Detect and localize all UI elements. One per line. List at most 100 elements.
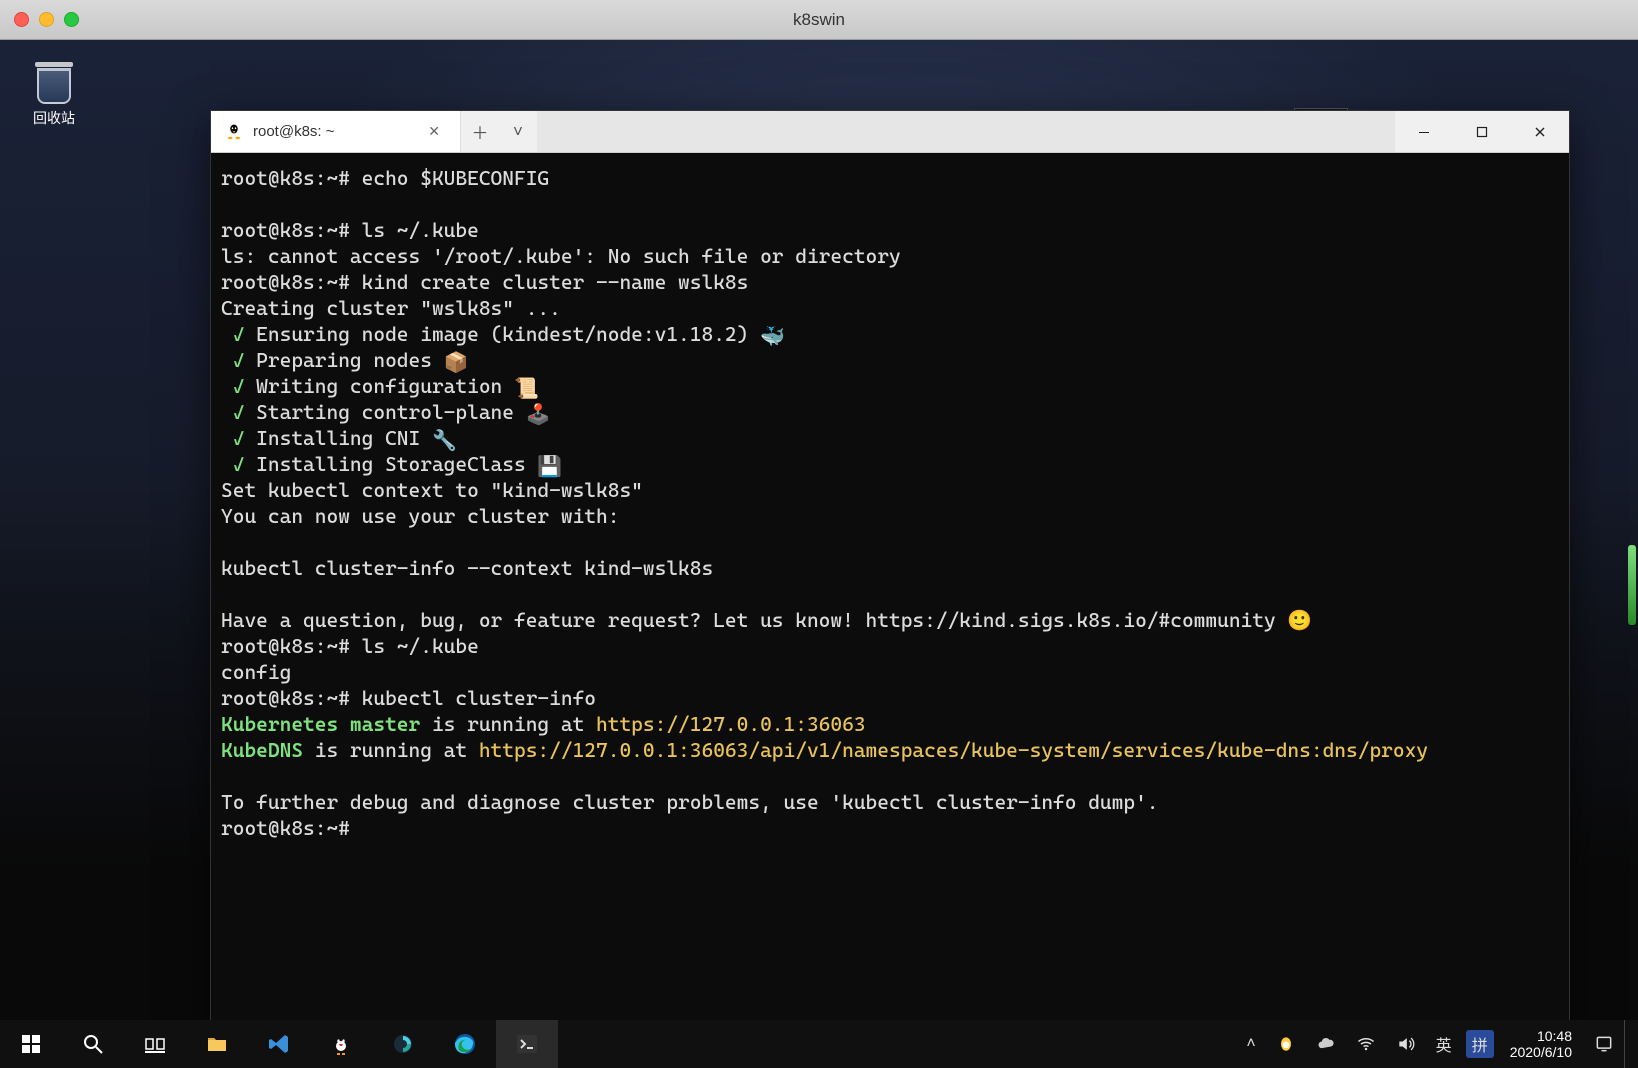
check-icon: ✓ [233,348,245,372]
wrench-icon: 🔧 [432,427,452,445]
tray-wifi-icon[interactable] [1346,1020,1386,1068]
recycle-bin-icon [31,58,77,104]
search-button[interactable] [62,1020,124,1068]
qq-button[interactable] [310,1020,372,1068]
right-edge-indicator [1628,545,1636,625]
terminal-window: root@k8s: ~ ✕ ＋ ˅ root@k8s:~# echo $K [210,110,1570,1025]
show-desktop-button[interactable] [1624,1020,1632,1068]
terminal-body[interactable]: root@k8s:~# echo $KUBECONFIG root@k8s:~#… [211,153,1569,1024]
linux-icon [225,123,243,141]
tray-overflow-button[interactable]: ˄ [1236,1020,1265,1068]
whale-icon: 🐳 [760,323,780,341]
terminal-tab-actions: ＋ ˅ [461,111,537,152]
terminal-tab-close[interactable]: ✕ [422,121,446,142]
clock-date: 2020/6/10 [1510,1044,1572,1060]
term-line: config [221,660,291,684]
term-line: ls: cannot access '/root/.kube': No such… [221,244,901,268]
recycle-bin-label: 回收站 [22,108,86,128]
vscode-icon [267,1032,291,1056]
minimize-button[interactable] [1395,111,1453,153]
term-line: Installing CNI [256,426,420,450]
term-line: root@k8s:~# kubectl cluster-info [221,686,596,710]
wifi-icon [1356,1034,1376,1054]
taskview-icon [143,1032,167,1056]
notification-icon [1594,1034,1614,1054]
qq-small-icon [1276,1034,1296,1054]
notification-center-button[interactable] [1584,1020,1624,1068]
maximize-button[interactable] [1453,111,1511,153]
mac-window-title: k8swin [0,10,1638,30]
close-button[interactable] [1511,111,1569,153]
windows-icon [19,1032,43,1056]
qq-icon [329,1032,353,1056]
window-controls [1395,111,1569,152]
edge-icon [453,1032,477,1056]
term-line: Installing StorageClass [256,452,526,476]
terminal-icon [515,1032,539,1056]
scroll-icon: 📜 [514,375,534,393]
check-icon: ✓ [233,426,245,450]
term-line: root@k8s:~# ls ~/.kube [221,634,479,658]
tray-qq-icon[interactable] [1266,1020,1306,1068]
taskbar-left [0,1020,558,1068]
tray-volume-icon[interactable] [1386,1020,1426,1068]
term-text: is running at [303,738,479,762]
folder-icon [205,1032,229,1056]
term-line: kubectl cluster-info --context kind-wslk… [221,556,713,580]
tray-onedrive-icon[interactable] [1306,1020,1346,1068]
term-line: Set kubectl context to "kind-wslk8s" [221,478,643,502]
terminal-tab-bar: root@k8s: ~ ✕ ＋ ˅ [211,111,1569,153]
k8s-master-label: Kubernetes master [221,712,420,736]
term-prompt: root@k8s:~# [221,816,362,840]
ime-mode-label: 拼 [1472,1032,1488,1056]
check-icon: ✓ [233,322,245,346]
term-line: Writing configuration [256,374,502,398]
ime-lang-button[interactable]: 英 [1426,1020,1462,1068]
term-line: You can now use your cluster with: [221,504,619,528]
ime-mode-button[interactable]: 拼 [1466,1030,1494,1058]
taskview-button[interactable] [124,1020,186,1068]
taskbar: ˄ 英 拼 10:48 [0,1020,1638,1068]
search-icon [81,1032,105,1056]
new-tab-button[interactable]: ＋ [461,119,499,144]
term-line: Have a question, bug, or feature request… [221,608,1312,632]
term-text: is running at [420,712,596,736]
sound-icon [1396,1034,1416,1054]
term-line: root@k8s:~# ls ~/.kube [221,218,479,242]
check-icon: ✓ [233,452,245,476]
terminal-tab-label: root@k8s: ~ [253,123,335,140]
term-line: Preparing nodes [256,348,432,372]
taskbar-right: ˄ 英 拼 10:48 [1236,1020,1638,1068]
check-icon: ✓ [233,374,245,398]
recycle-bin[interactable]: 回收站 [22,58,86,128]
taskbar-clock[interactable]: 10:48 2020/6/10 [1498,1028,1584,1060]
term-line: root@k8s:~# echo $KUBECONFIG [221,166,549,190]
term-line: Starting control-plane [256,400,514,424]
terminal-taskbar-button[interactable] [496,1020,558,1068]
box-icon: 📦 [444,349,464,367]
term-line: To further debug and diagnose cluster pr… [221,790,1159,814]
desktop[interactable]: 回收站 ˅ root@k8s: ~ ✕ ＋ ˅ [0,40,1638,1020]
start-button[interactable] [0,1020,62,1068]
kubedns-url: https://127.0.0.1:36063/api/v1/namespace… [479,738,1428,762]
term-line: Creating cluster "wslk8s" ... [221,296,561,320]
joystick-icon: 🕹️ [526,401,546,419]
term-line: Ensuring node image (kindest/node:v1.18.… [256,322,748,346]
tab-bar-drag-area[interactable] [537,111,1395,152]
disk-icon: 💾 [537,453,557,471]
cloud-icon [1316,1034,1336,1054]
edge-button[interactable] [434,1020,496,1068]
vscode-button[interactable] [248,1020,310,1068]
mac-titlebar: k8swin [0,0,1638,40]
terminal-tab[interactable]: root@k8s: ~ ✕ [211,111,461,152]
check-icon: ✓ [233,400,245,424]
kubedns-label: KubeDNS [221,738,303,762]
ime-lang-label: 英 [1436,1032,1452,1056]
browser-button[interactable] [372,1020,434,1068]
browser-swirl-icon [391,1032,415,1056]
tab-dropdown-button[interactable]: ˅ [499,122,537,142]
chevron-up-icon: ˄ [1246,1035,1255,1053]
clock-time: 10:48 [1510,1028,1572,1044]
k8s-master-url: https://127.0.0.1:36063 [596,712,866,736]
file-explorer-button[interactable] [186,1020,248,1068]
